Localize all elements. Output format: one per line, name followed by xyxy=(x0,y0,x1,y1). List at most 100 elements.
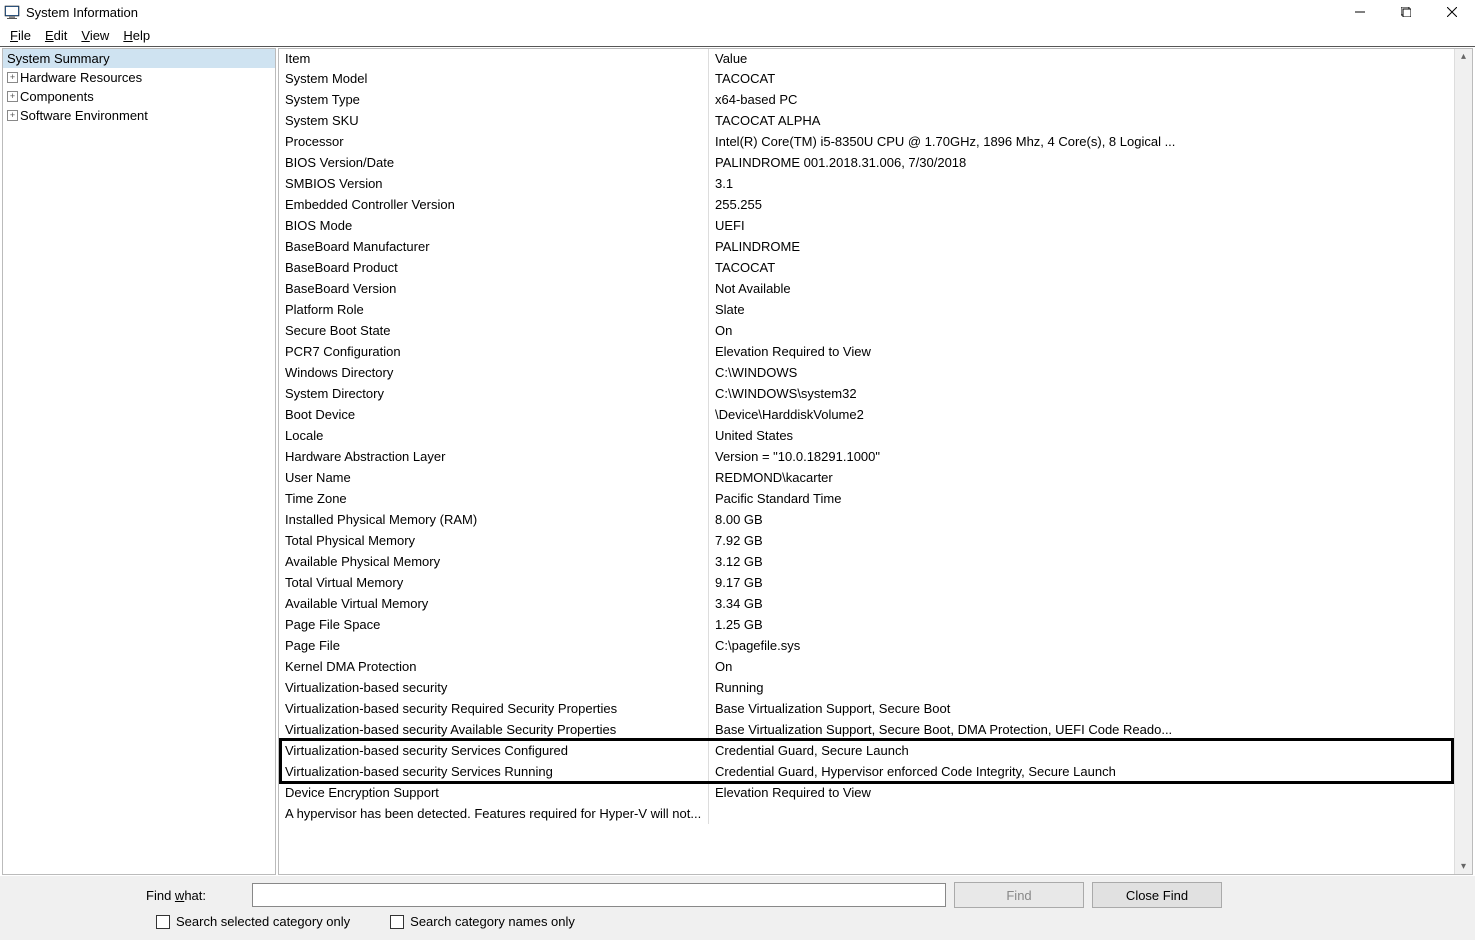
table-row[interactable]: Device Encryption SupportElevation Requi… xyxy=(279,782,1454,803)
table-row[interactable]: System ModelTACOCAT xyxy=(279,68,1454,89)
table-row[interactable]: Hardware Abstraction LayerVersion = "10.… xyxy=(279,446,1454,467)
window-title: System Information xyxy=(26,5,1337,20)
table-row[interactable]: Virtualization-based security Available … xyxy=(279,719,1454,740)
table-row[interactable]: A hypervisor has been detected. Features… xyxy=(279,803,1454,824)
menu-view-rest: iew xyxy=(90,28,110,43)
menu-edit[interactable]: Edit xyxy=(39,27,73,44)
table-row[interactable]: Virtualization-based security Services C… xyxy=(279,740,1454,761)
table-row[interactable]: PCR7 ConfigurationElevation Required to … xyxy=(279,341,1454,362)
cell-item: Virtualization-based security Services R… xyxy=(279,761,709,782)
table-row[interactable]: LocaleUnited States xyxy=(279,425,1454,446)
app-icon xyxy=(4,4,20,20)
checkbox-label: Search category names only xyxy=(410,914,575,929)
close-find-button[interactable]: Close Find xyxy=(1092,882,1222,908)
vertical-scrollbar[interactable]: ▴ ▾ xyxy=(1454,49,1472,874)
table-row[interactable]: Windows DirectoryC:\WINDOWS xyxy=(279,362,1454,383)
cell-value: On xyxy=(709,656,1454,677)
cell-item: Virtualization-based security Services C… xyxy=(279,740,709,761)
close-button[interactable] xyxy=(1429,0,1475,24)
cell-item: BaseBoard Version xyxy=(279,278,709,299)
table-row[interactable]: Virtualization-based security Services R… xyxy=(279,761,1454,782)
menu-edit-rest: dit xyxy=(54,28,68,43)
cell-value: Intel(R) Core(TM) i5-8350U CPU @ 1.70GHz… xyxy=(709,131,1454,152)
cell-item: System Type xyxy=(279,89,709,110)
cell-item: Secure Boot State xyxy=(279,320,709,341)
table-row[interactable]: Total Physical Memory7.92 GB xyxy=(279,530,1454,551)
table-row[interactable]: Virtualization-based securityRunning xyxy=(279,677,1454,698)
cell-item: BaseBoard Manufacturer xyxy=(279,236,709,257)
findbar: Find what: Find Close Find Search select… xyxy=(0,876,1475,940)
table-row[interactable]: Secure Boot StateOn xyxy=(279,320,1454,341)
checkbox-search-selected-category[interactable]: Search selected category only xyxy=(156,914,350,929)
checkbox-search-category-names[interactable]: Search category names only xyxy=(390,914,575,929)
tree-item-hardware-resources[interactable]: +Hardware Resources xyxy=(3,68,275,87)
cell-item: SMBIOS Version xyxy=(279,173,709,194)
table-row[interactable]: Virtualization-based security Required S… xyxy=(279,698,1454,719)
cell-item: BaseBoard Product xyxy=(279,257,709,278)
cell-item: Boot Device xyxy=(279,404,709,425)
table-row[interactable]: Page File Space1.25 GB xyxy=(279,614,1454,635)
checkbox-icon[interactable] xyxy=(390,915,404,929)
find-button[interactable]: Find xyxy=(954,882,1084,908)
table-row[interactable]: Total Virtual Memory9.17 GB xyxy=(279,572,1454,593)
table-row[interactable]: BIOS Version/DatePALINDROME 001.2018.31.… xyxy=(279,152,1454,173)
list-rows: System ModelTACOCATSystem Typex64-based … xyxy=(279,68,1454,824)
table-row[interactable]: System SKUTACOCAT ALPHA xyxy=(279,110,1454,131)
expand-icon[interactable]: + xyxy=(7,110,18,121)
cell-value: TACOCAT xyxy=(709,257,1454,278)
cell-item: Virtualization-based security Required S… xyxy=(279,698,709,719)
cell-value: 255.255 xyxy=(709,194,1454,215)
table-row[interactable]: Boot Device\Device\HarddiskVolume2 xyxy=(279,404,1454,425)
scroll-down-icon[interactable]: ▾ xyxy=(1461,861,1466,872)
table-row[interactable]: Installed Physical Memory (RAM)8.00 GB xyxy=(279,509,1454,530)
expand-icon[interactable]: + xyxy=(7,91,18,102)
table-row[interactable]: ProcessorIntel(R) Core(TM) i5-8350U CPU … xyxy=(279,131,1454,152)
cell-value: TACOCAT ALPHA xyxy=(709,110,1454,131)
cell-item: Virtualization-based security xyxy=(279,677,709,698)
table-row[interactable]: Page FileC:\pagefile.sys xyxy=(279,635,1454,656)
tree-item-software-environment[interactable]: +Software Environment xyxy=(3,106,275,125)
table-row[interactable]: User NameREDMOND\kacarter xyxy=(279,467,1454,488)
table-row[interactable]: SMBIOS Version3.1 xyxy=(279,173,1454,194)
table-row[interactable]: BaseBoard ManufacturerPALINDROME xyxy=(279,236,1454,257)
menu-view[interactable]: View xyxy=(75,27,115,44)
tree-pane[interactable]: System Summary +Hardware Resources +Comp… xyxy=(2,48,276,875)
column-header-value[interactable]: Value xyxy=(709,49,1454,68)
cell-value: Elevation Required to View xyxy=(709,782,1454,803)
column-header-item[interactable]: Item xyxy=(279,49,709,68)
expand-icon[interactable]: + xyxy=(7,72,18,83)
cell-item: Total Virtual Memory xyxy=(279,572,709,593)
table-row[interactable]: Kernel DMA ProtectionOn xyxy=(279,656,1454,677)
cell-value: Base Virtualization Support, Secure Boot… xyxy=(709,719,1454,740)
table-row[interactable]: Available Virtual Memory3.34 GB xyxy=(279,593,1454,614)
minimize-button[interactable] xyxy=(1337,0,1383,24)
table-row[interactable]: System Typex64-based PC xyxy=(279,89,1454,110)
tree-item-system-summary[interactable]: System Summary xyxy=(3,49,275,68)
cell-item: Virtualization-based security Available … xyxy=(279,719,709,740)
table-row[interactable]: Embedded Controller Version255.255 xyxy=(279,194,1454,215)
cell-value: PALINDROME 001.2018.31.006, 7/30/2018 xyxy=(709,152,1454,173)
cell-value: TACOCAT xyxy=(709,68,1454,89)
cell-value: PALINDROME xyxy=(709,236,1454,257)
table-row[interactable]: System DirectoryC:\WINDOWS\system32 xyxy=(279,383,1454,404)
maximize-button[interactable] xyxy=(1383,0,1429,24)
table-row[interactable]: BaseBoard VersionNot Available xyxy=(279,278,1454,299)
scroll-up-icon[interactable]: ▴ xyxy=(1461,51,1466,62)
cell-value: On xyxy=(709,320,1454,341)
table-row[interactable]: Time ZonePacific Standard Time xyxy=(279,488,1454,509)
list-body[interactable]: Item Value System ModelTACOCATSystem Typ… xyxy=(279,49,1454,874)
list-pane: Item Value System ModelTACOCATSystem Typ… xyxy=(278,48,1473,875)
table-row[interactable]: Platform RoleSlate xyxy=(279,299,1454,320)
table-row[interactable]: BIOS ModeUEFI xyxy=(279,215,1454,236)
find-input[interactable] xyxy=(252,883,946,907)
menu-help[interactable]: Help xyxy=(117,27,156,44)
cell-value: Elevation Required to View xyxy=(709,341,1454,362)
cell-value: C:\WINDOWS\system32 xyxy=(709,383,1454,404)
checkbox-icon[interactable] xyxy=(156,915,170,929)
menu-file[interactable]: File xyxy=(4,27,37,44)
tree-item-components[interactable]: +Components xyxy=(3,87,275,106)
table-row[interactable]: BaseBoard ProductTACOCAT xyxy=(279,257,1454,278)
cell-value: REDMOND\kacarter xyxy=(709,467,1454,488)
table-row[interactable]: Available Physical Memory3.12 GB xyxy=(279,551,1454,572)
cell-item: Locale xyxy=(279,425,709,446)
